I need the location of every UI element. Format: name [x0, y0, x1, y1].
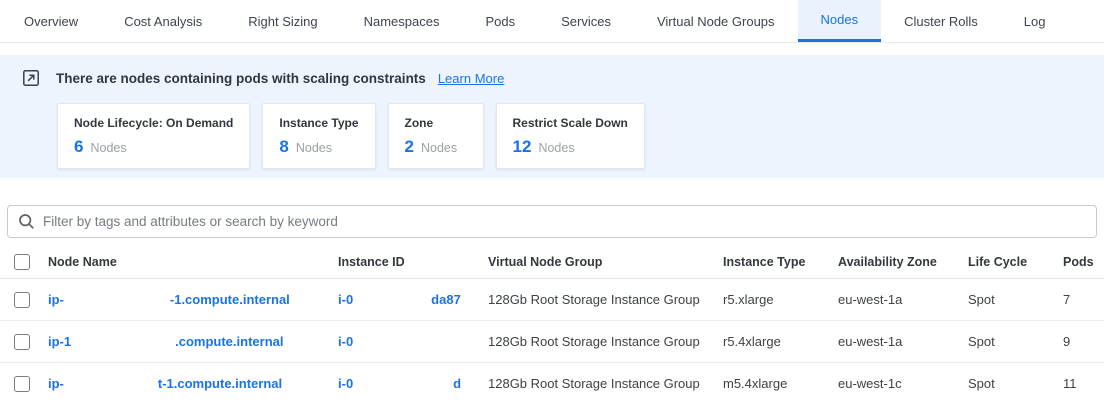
tab-nodes[interactable]: Nodes [798, 0, 882, 42]
availability-zone-cell: eu-west-1a [838, 321, 968, 362]
instance-id-link[interactable]: i-0 [338, 334, 353, 349]
instance-type-cell: r5.xlarge [723, 279, 838, 320]
nodes-table: Node Name Instance ID Virtual Node Group… [0, 246, 1104, 404]
pods-count-cell: 7 [1063, 279, 1104, 320]
scaling-constraints-banner: There are nodes containing pods with sca… [0, 55, 1104, 178]
card-unit: Nodes [421, 141, 457, 155]
pods-count-cell: 9 [1063, 321, 1104, 362]
column-header-instance-id: Instance ID [338, 246, 488, 278]
constraint-card-zone[interactable]: Zone 2 Nodes [388, 103, 484, 169]
row-checkbox[interactable] [14, 292, 30, 308]
tab-namespaces[interactable]: Namespaces [341, 0, 463, 42]
constraint-card-node-lifecycle[interactable]: Node Lifecycle: On Demand 6 Nodes [57, 103, 250, 169]
card-title: Restrict Scale Down [513, 116, 628, 130]
life-cycle-cell: Spot [968, 279, 1063, 320]
column-header-life-cycle: Life Cycle [968, 246, 1063, 278]
tab-overview[interactable]: Overview [1, 0, 101, 42]
tab-log[interactable]: Log [1001, 0, 1069, 42]
card-count: 12 [513, 137, 532, 157]
column-header-virtual-node-group: Virtual Node Group [488, 246, 723, 278]
search-icon [18, 213, 35, 230]
tab-cost-analysis[interactable]: Cost Analysis [101, 0, 225, 42]
redacted-text [64, 279, 170, 320]
instance-id-link[interactable]: i-0 [338, 376, 353, 391]
banner-message: There are nodes containing pods with sca… [56, 71, 426, 86]
learn-more-link[interactable]: Learn More [438, 71, 504, 86]
instance-id-link[interactable]: da87 [431, 292, 461, 307]
card-count: 2 [405, 137, 414, 157]
redacted-text [353, 279, 431, 320]
constraint-card-restrict-scale-down[interactable]: Restrict Scale Down 12 Nodes [496, 103, 645, 169]
node-name-link[interactable]: t-1.compute.internal [158, 376, 282, 391]
table-header-row: Node Name Instance ID Virtual Node Group… [0, 246, 1104, 279]
select-all-checkbox[interactable] [14, 254, 30, 270]
instance-type-cell: r5.4xlarge [723, 321, 838, 362]
scale-up-icon [22, 69, 40, 87]
virtual-node-group-cell: 128Gb Root Storage Instance Group [488, 363, 723, 404]
table-row[interactable]: ip-1 .compute.internal i-0 128Gb Root St… [0, 321, 1104, 363]
constraint-card-instance-type[interactable]: Instance Type 8 Nodes [262, 103, 375, 169]
life-cycle-cell: Spot [968, 363, 1063, 404]
card-unit: Nodes [538, 141, 574, 155]
card-title: Node Lifecycle: On Demand [74, 116, 233, 130]
column-header-pods: Pods [1063, 246, 1104, 278]
node-name-link[interactable]: ip-1 [48, 334, 71, 349]
redacted-text [64, 363, 158, 404]
availability-zone-cell: eu-west-1c [838, 363, 968, 404]
card-unit: Nodes [296, 141, 332, 155]
instance-id-link[interactable]: i-0 [338, 292, 353, 307]
virtual-node-group-cell: 128Gb Root Storage Instance Group [488, 279, 723, 320]
filter-bar [7, 205, 1097, 238]
filter-input[interactable] [43, 214, 1086, 229]
tab-cluster-rolls[interactable]: Cluster Rolls [881, 0, 1001, 42]
table-row[interactable]: ip- -1.compute.internal i-0 da87 128Gb R… [0, 279, 1104, 321]
instance-type-cell: m5.4xlarge [723, 363, 838, 404]
availability-zone-cell: eu-west-1a [838, 279, 968, 320]
node-name-link[interactable]: ip- [48, 376, 64, 391]
column-header-node-name: Node Name [48, 246, 338, 278]
virtual-node-group-cell: 128Gb Root Storage Instance Group [488, 321, 723, 362]
redacted-text [353, 321, 453, 362]
row-checkbox[interactable] [14, 334, 30, 350]
table-row[interactable]: ip- t-1.compute.internal i-0 d 128Gb Roo… [0, 363, 1104, 404]
pods-count-cell: 11 [1063, 363, 1104, 404]
column-header-availability-zone: Availability Zone [838, 246, 968, 278]
card-count: 8 [279, 137, 288, 157]
tab-pods[interactable]: Pods [462, 0, 538, 42]
node-name-link[interactable]: ip- [48, 292, 64, 307]
column-header-instance-type: Instance Type [723, 246, 838, 278]
life-cycle-cell: Spot [968, 321, 1063, 362]
tab-right-sizing[interactable]: Right Sizing [225, 0, 340, 42]
instance-id-link[interactable]: d [453, 376, 461, 391]
node-name-link[interactable]: -1.compute.internal [170, 292, 290, 307]
card-count: 6 [74, 137, 83, 157]
tab-services[interactable]: Services [538, 0, 634, 42]
node-name-link[interactable]: .compute.internal [175, 334, 283, 349]
tab-bar: Overview Cost Analysis Right Sizing Name… [0, 0, 1104, 43]
card-unit: Nodes [90, 141, 126, 155]
card-title: Zone [405, 116, 467, 130]
row-checkbox[interactable] [14, 376, 30, 392]
card-title: Instance Type [279, 116, 358, 130]
constraint-cards: Node Lifecycle: On Demand 6 Nodes Instan… [57, 103, 1104, 169]
redacted-text [353, 363, 453, 404]
redacted-text [71, 321, 175, 362]
tab-virtual-node-groups[interactable]: Virtual Node Groups [634, 0, 798, 42]
